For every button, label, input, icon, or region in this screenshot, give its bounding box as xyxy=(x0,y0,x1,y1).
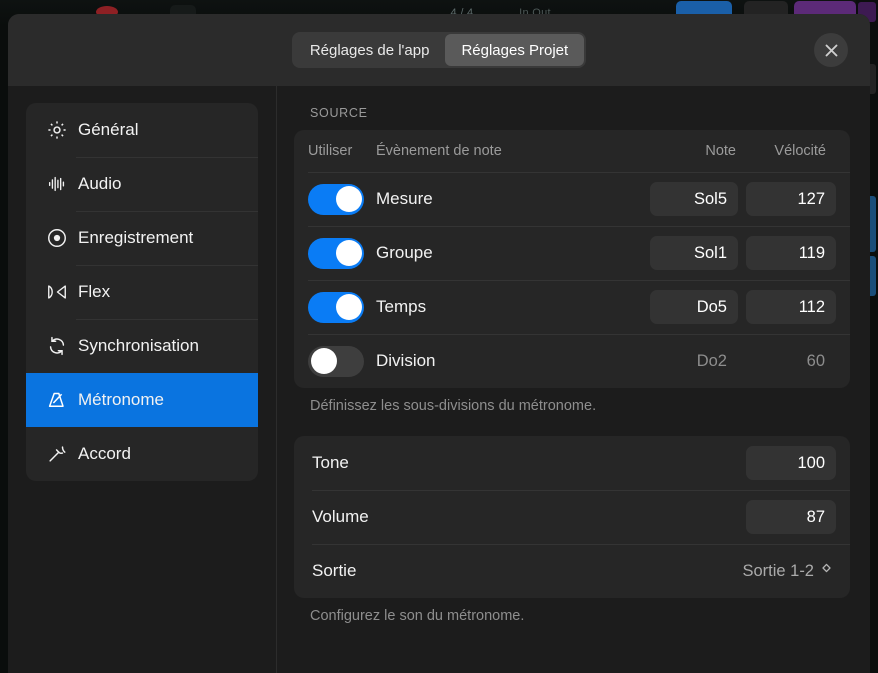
table-row: Division Do2 60 xyxy=(294,334,850,388)
sidebar-item-flex[interactable]: Flex xyxy=(26,265,258,319)
output-label: Sortie xyxy=(312,561,742,581)
dialog-body: Général Audio xyxy=(8,86,870,673)
velocity-value-field: 60 xyxy=(746,344,836,378)
table-row: Mesure Sol5 127 xyxy=(294,172,850,226)
use-toggle-mesure[interactable] xyxy=(308,184,364,215)
tone-label: Tone xyxy=(312,453,746,473)
waveform-icon xyxy=(40,173,74,195)
table-row: Groupe Sol1 119 xyxy=(294,226,850,280)
screen: 4 / 4 In Out Réglages de l'app Réglages … xyxy=(0,0,878,673)
velocity-value-field[interactable]: 127 xyxy=(746,182,836,216)
section-spacer xyxy=(294,414,850,436)
metronome-sound-card: Tone 100 Volume 87 Sortie Sortie 1-2 xyxy=(294,436,850,598)
dialog-header: Réglages de l'app Réglages Projet xyxy=(8,14,870,86)
note-value-field: Do2 xyxy=(650,344,738,378)
note-events-card: Utiliser Évènement de note Note Vélocité… xyxy=(294,130,850,388)
sidebar-list: Général Audio xyxy=(26,103,258,481)
toggle-knob xyxy=(336,294,362,320)
toggle-knob xyxy=(336,186,362,212)
settings-sidebar: Général Audio xyxy=(8,86,277,673)
volume-value-field[interactable]: 87 xyxy=(746,500,836,534)
output-select[interactable]: Sortie 1-2 xyxy=(742,562,836,581)
source-section-caption: SOURCE xyxy=(310,106,850,120)
sidebar-item-label: Flex xyxy=(78,282,110,302)
sync-icon xyxy=(40,335,74,357)
note-value-field[interactable]: Do5 xyxy=(650,290,738,324)
source-section-hint: Définissez les sous-divisions du métrono… xyxy=(310,398,850,414)
toggle-knob xyxy=(311,348,337,374)
column-header-use: Utiliser xyxy=(308,143,376,159)
use-toggle-division[interactable] xyxy=(308,346,364,377)
note-event-label: Groupe xyxy=(376,243,650,263)
gear-icon xyxy=(40,119,74,141)
column-header-event: Évènement de note xyxy=(376,143,648,159)
tuning-fork-icon xyxy=(40,443,74,465)
sidebar-item-audio[interactable]: Audio xyxy=(26,157,258,211)
note-value-field[interactable]: Sol5 xyxy=(650,182,738,216)
sidebar-item-recording[interactable]: Enregistrement xyxy=(26,211,258,265)
toggle-knob xyxy=(336,240,362,266)
sidebar-item-label: Métronome xyxy=(78,390,164,410)
note-event-label: Temps xyxy=(376,297,650,317)
volume-row: Volume 87 xyxy=(294,490,850,544)
tone-row: Tone 100 xyxy=(294,436,850,490)
velocity-value-field[interactable]: 119 xyxy=(746,236,836,270)
sidebar-item-label: Synchronisation xyxy=(78,336,199,356)
note-events-header: Utiliser Évènement de note Note Vélocité xyxy=(294,130,850,172)
close-button[interactable] xyxy=(814,33,848,67)
output-value: Sortie 1-2 xyxy=(742,562,814,581)
velocity-value-field[interactable]: 112 xyxy=(746,290,836,324)
sidebar-item-metronome[interactable]: Métronome xyxy=(26,373,258,427)
flex-icon xyxy=(40,281,74,303)
sidebar-item-tuning[interactable]: Accord xyxy=(26,427,258,481)
tab-project-settings[interactable]: Réglages Projet xyxy=(445,34,584,66)
sidebar-item-label: Général xyxy=(78,120,138,140)
volume-label: Volume xyxy=(312,507,746,527)
close-icon xyxy=(824,43,839,58)
use-toggle-groupe[interactable] xyxy=(308,238,364,269)
settings-scope-segmented-control[interactable]: Réglages de l'app Réglages Projet xyxy=(292,32,586,68)
sidebar-item-label: Audio xyxy=(78,174,121,194)
column-header-note: Note xyxy=(648,143,744,159)
tone-value-field[interactable]: 100 xyxy=(746,446,836,480)
note-event-label: Division xyxy=(376,351,650,371)
sound-section-hint: Configurez le son du métronome. xyxy=(310,608,850,624)
tab-app-settings[interactable]: Réglages de l'app xyxy=(294,34,446,66)
metronome-icon xyxy=(40,388,74,412)
sidebar-item-label: Enregistrement xyxy=(78,228,193,248)
record-icon xyxy=(40,227,74,249)
use-toggle-temps[interactable] xyxy=(308,292,364,323)
sidebar-item-general[interactable]: Général xyxy=(26,103,258,157)
project-settings-dialog: Réglages de l'app Réglages Projet xyxy=(8,14,870,673)
note-event-label: Mesure xyxy=(376,189,650,209)
chevron-up-down-icon xyxy=(821,563,832,580)
note-value-field[interactable]: Sol1 xyxy=(650,236,738,270)
output-row: Sortie Sortie 1-2 xyxy=(294,544,850,598)
metronome-settings-panel: SOURCE Utiliser Évènement de note Note V… xyxy=(277,86,870,673)
sidebar-item-label: Accord xyxy=(78,444,131,464)
column-header-velocity: Vélocité xyxy=(744,143,836,159)
sidebar-item-synchronization[interactable]: Synchronisation xyxy=(26,319,258,373)
table-row: Temps Do5 112 xyxy=(294,280,850,334)
